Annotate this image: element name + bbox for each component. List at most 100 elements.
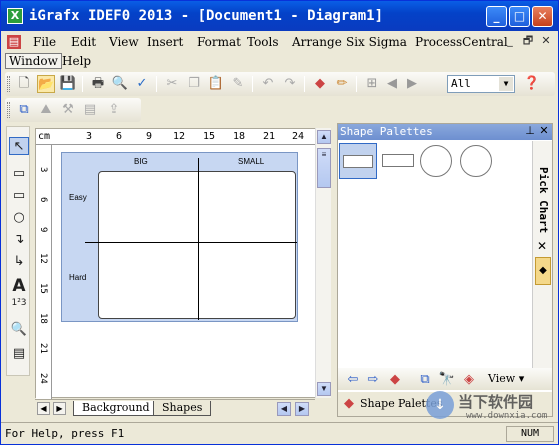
pick-chart-tab[interactable]: Pick Chart ✕ ◆ <box>532 141 552 381</box>
title-bar[interactable]: X iGrafx IDEF0 2013 - [Document1 - Diagr… <box>1 1 558 31</box>
node-icon[interactable]: ⊞ <box>363 75 381 93</box>
scroll-thumb[interactable]: ≡ <box>317 148 331 188</box>
palette-manage-icon[interactable]: ◈ <box>460 371 478 389</box>
menu-arrange[interactable]: Arrange <box>292 35 342 49</box>
diagram-page[interactable]: BIG SMALL Easy Hard <box>61 152 298 322</box>
tab-background[interactable]: Background <box>73 401 159 416</box>
mdi-restore-button[interactable]: 🗗 <box>521 34 535 48</box>
connector-icon[interactable]: ↴ <box>9 231 29 249</box>
menu-insert[interactable]: Insert <box>147 35 183 49</box>
numbering-icon[interactable]: 1²3 <box>9 299 29 317</box>
export-icon[interactable]: ⇪ <box>105 101 123 119</box>
pointer-icon[interactable]: ↖ <box>9 137 29 155</box>
igrafx-icon[interactable]: X <box>7 8 23 24</box>
pen-icon[interactable]: ✏ <box>333 75 351 93</box>
scroll-right-icon[interactable]: ▶ <box>295 402 309 416</box>
menu-edit[interactable]: Edit <box>71 35 96 49</box>
find-icon[interactable]: 🔭 <box>438 371 456 389</box>
menu-bar: ▤ File Edit View Insert Format Tools Arr… <box>1 32 558 52</box>
toolbar-separator <box>82 76 83 92</box>
scroll-left-icon[interactable]: ◀ <box>277 402 291 416</box>
menu-six-sigma[interactable]: Six Sigma <box>346 35 407 49</box>
download-icon: ↓ <box>426 391 454 419</box>
shapes-icon[interactable]: ◆ <box>311 75 329 93</box>
rectangle-shape-2[interactable] <box>382 154 414 167</box>
tab-shape[interactable]: Shape <box>360 395 395 413</box>
status-text: For Help, press F1 <box>5 427 125 440</box>
text-tool-icon[interactable]: A <box>9 277 29 295</box>
standard-toolbar: 🗋 📂 💾 🖶 🔍 ✓ ✂ ❐ 📋 ✎ ↶ ↷ ◆ ✏ ⊞ ◀ ▶ All ▼ ❓ <box>5 72 555 96</box>
menu-view[interactable]: View <box>109 35 139 49</box>
scroll-up-icon[interactable]: ▲ <box>317 130 331 144</box>
cut-icon[interactable]: ✂ <box>163 75 181 93</box>
shape-tab-icon[interactable]: ◆ <box>340 395 358 413</box>
quadrant-area[interactable] <box>85 158 297 320</box>
paste-icon[interactable]: 📋 <box>207 75 225 93</box>
palette-icon[interactable]: ◆ <box>386 371 404 389</box>
zoom-icon[interactable]: 🔍 <box>9 321 29 339</box>
pick-chart-icon[interactable]: ◆ <box>535 257 551 285</box>
palette-add-icon[interactable]: ⧉ <box>416 371 434 389</box>
horizontal-scrollbar[interactable]: ◀ ▶ <box>271 401 315 417</box>
toolbar-grip[interactable] <box>7 76 10 92</box>
maximize-button[interactable]: □ <box>509 6 530 27</box>
tab-next-icon[interactable]: ▶ <box>53 402 66 415</box>
mdi-minimize-button[interactable]: _ <box>503 34 517 48</box>
copy-icon[interactable]: ❐ <box>185 75 203 93</box>
tool-icon[interactable]: ⚒ <box>59 101 77 119</box>
picture-icon[interactable]: ⛰ <box>37 101 55 119</box>
table-icon[interactable]: ▤ <box>81 101 99 119</box>
menu-help[interactable]: Help <box>59 54 94 68</box>
menu-processcentral[interactable]: ProcessCentral <box>415 35 508 49</box>
help-icon[interactable]: ❓ <box>523 75 541 93</box>
menu-tools[interactable]: Tools <box>247 35 279 49</box>
ruler-label: 18 <box>233 131 246 142</box>
ellipse-icon[interactable]: ○ <box>9 209 29 227</box>
save-icon[interactable]: 💾 <box>59 75 77 93</box>
scroll-down-icon[interactable]: ▼ <box>317 382 331 396</box>
ruler-unit: cm <box>38 131 51 142</box>
rectangle-shape[interactable] <box>343 155 373 168</box>
menu-window[interactable]: Window <box>5 53 62 69</box>
document-icon[interactable]: ▤ <box>7 35 21 49</box>
print-icon[interactable]: 🖶 <box>89 75 107 93</box>
view-dropdown[interactable]: View ▾ <box>488 370 524 388</box>
connector2-icon[interactable]: ↳ <box>9 253 29 271</box>
forward-icon[interactable]: ▶ <box>403 75 421 93</box>
shape-tool-icon[interactable]: ▭ <box>9 165 29 183</box>
pin-icon[interactable]: ⊥ <box>524 124 536 137</box>
new-icon[interactable]: 🗋 <box>15 75 33 93</box>
minimize-button[interactable]: _ <box>486 6 507 27</box>
open-icon[interactable]: 📂 <box>37 75 55 93</box>
back-icon[interactable]: ◀ <box>383 75 401 93</box>
canvas[interactable]: cm 3 6 9 12 15 18 21 24 3 6 9 12 15 18 2… <box>35 128 331 399</box>
circle-shape[interactable] <box>420 145 452 177</box>
circle-shape-2[interactable] <box>460 145 492 177</box>
column-label-big: BIG <box>134 157 148 166</box>
spell-check-icon[interactable]: ✓ <box>133 75 151 93</box>
palette-shapes <box>338 141 532 361</box>
chevron-down-icon[interactable]: ▼ <box>499 77 513 91</box>
toolbar-separator <box>304 76 305 92</box>
close-button[interactable]: ✕ <box>532 6 553 27</box>
print-preview-icon[interactable]: 🔍 <box>111 75 129 93</box>
menu-file[interactable]: File <box>33 35 56 49</box>
note-icon[interactable]: ▤ <box>9 345 29 363</box>
rectangle-icon[interactable]: ▭ <box>9 187 29 205</box>
undo-icon[interactable]: ↶ <box>259 75 277 93</box>
close-icon[interactable]: ✕ <box>538 124 550 137</box>
mdi-close-button[interactable]: ✕ <box>539 34 553 48</box>
vertical-scrollbar[interactable]: ▲ ≡ ▼ <box>315 128 331 398</box>
ruler-label: 3 <box>86 131 93 142</box>
menu-format[interactable]: Format <box>197 35 241 49</box>
pick-chart-close-icon[interactable]: ✕ <box>537 239 547 253</box>
zoom-select[interactable]: All ▼ <box>447 75 515 93</box>
diagram-icon[interactable]: ⧉ <box>15 101 33 119</box>
format-painter-icon[interactable]: ✎ <box>229 75 247 93</box>
redo-icon[interactable]: ↷ <box>281 75 299 93</box>
arrow-right-icon[interactable]: ⇨ <box>364 371 382 389</box>
arrow-left-icon[interactable]: ⇦ <box>344 371 362 389</box>
tab-shapes[interactable]: Shapes <box>153 401 212 416</box>
toolbar-grip[interactable] <box>7 102 10 118</box>
tab-prev-icon[interactable]: ◀ <box>37 402 50 415</box>
